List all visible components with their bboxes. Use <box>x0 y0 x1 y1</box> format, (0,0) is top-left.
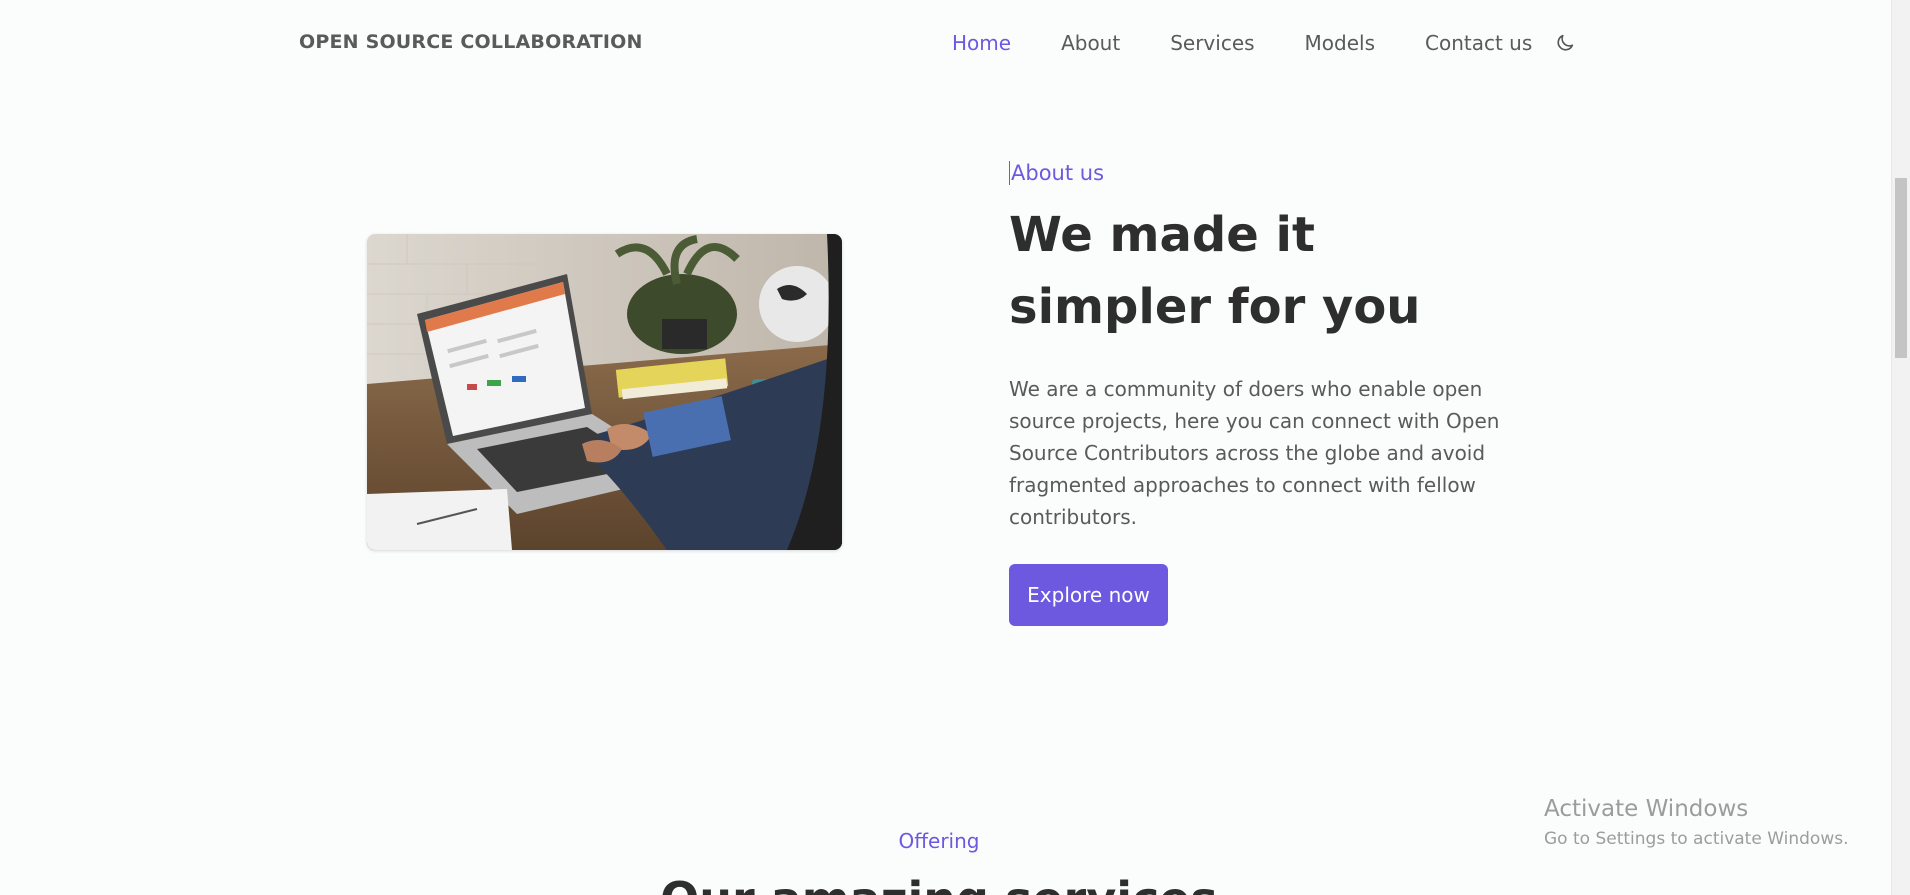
moon-icon[interactable] <box>1554 32 1576 54</box>
page: OPEN SOURCE COLLABORATION Home About Ser… <box>0 0 1910 895</box>
main-nav: Home About Services Models Contact us <box>952 31 1576 55</box>
about-description: We are a community of doers who enable o… <box>1009 377 1500 529</box>
activate-windows-title: Activate Windows <box>1544 796 1749 822</box>
about-headline: We made it simpler for you <box>1009 207 1421 335</box>
scrollbar-track[interactable] <box>1891 0 1910 895</box>
nav-contact[interactable]: Contact us <box>1425 31 1532 55</box>
nav-about[interactable]: About <box>1061 31 1120 55</box>
activate-windows-subtitle: Go to Settings to activate Windows. <box>1544 829 1849 849</box>
nav-models[interactable]: Models <box>1305 31 1375 55</box>
nav-services[interactable]: Services <box>1170 31 1254 55</box>
about-image <box>367 234 842 550</box>
services-title: Our amazing services <box>0 872 1878 895</box>
brand-logo[interactable]: OPEN SOURCE COLLABORATION <box>299 31 643 53</box>
about-eyebrow: About us <box>1009 161 1105 185</box>
scrollbar-thumb[interactable] <box>1895 178 1907 358</box>
nav-home[interactable]: Home <box>952 31 1011 55</box>
explore-now-button[interactable]: Explore now <box>1009 564 1168 626</box>
